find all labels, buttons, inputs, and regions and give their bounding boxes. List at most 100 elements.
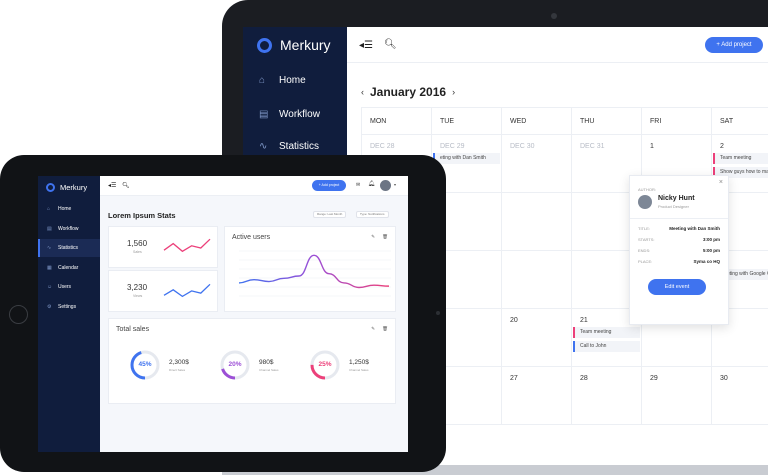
event-popup: × AUTHOR: Nicky Hunt Product Designer TI…: [629, 175, 729, 325]
laptop-nav-home[interactable]: ⌂ Home: [259, 75, 306, 86]
popup-field-key: STARTS:: [638, 237, 655, 242]
active-users-title: Active users: [232, 234, 271, 241]
edit-icon[interactable]: ✎: [371, 234, 375, 240]
prev-month-icon[interactable]: ‹: [361, 87, 364, 97]
add-project-button[interactable]: + Add project: [705, 37, 763, 53]
calendar-day-number: 30: [720, 375, 728, 382]
calendar-day-number: 1: [650, 143, 654, 150]
sidebar-item-home[interactable]: ⌂ Home: [38, 200, 100, 218]
popup-field-value: Meeting with Dan Smith: [669, 226, 720, 231]
calendar-day-cell[interactable]: 28: [571, 367, 641, 424]
sidebar-item-label: Workflow: [58, 225, 79, 232]
tablet-brand-name: Merkury: [60, 183, 88, 192]
laptop-nav-statistics[interactable]: ∿ Statistics: [259, 141, 319, 152]
calendar-day-cell[interactable]: DEC 30: [501, 135, 571, 192]
weekday-thu: THU: [571, 108, 641, 134]
sidebar-item-label: Calendar: [58, 264, 79, 271]
sidebar-item-label: Settings: [58, 303, 77, 310]
range-filter[interactable]: Range: Last Month: [313, 211, 347, 218]
popup-field-value: Syma co HQ: [693, 259, 720, 264]
popup-divider: [630, 218, 728, 219]
tablet-camera: [436, 311, 440, 315]
popup-field-value: 5:00 pm: [702, 248, 720, 253]
sidebar-item-users[interactable]: ☺ Users: [38, 278, 100, 296]
donut-percent: 25%: [318, 361, 332, 368]
donut-percent: 20%: [228, 361, 242, 368]
tablet-sidebar: Merkury ⌂ Home ▤ Workflow ∿ Statistics ▦ Calend…: [38, 176, 100, 452]
menu-icon[interactable]: ◂☰: [108, 182, 116, 189]
popup-author-name: Nicky Hunt: [658, 195, 695, 202]
add-project-button[interactable]: + Add project: [312, 180, 346, 191]
search-icon[interactable]: 🔍︎: [384, 39, 397, 50]
calendar-event[interactable]: Call to John: [573, 341, 640, 352]
calendar-day-number: 29: [650, 375, 658, 382]
calendar-day-cell[interactable]: 30: [711, 367, 768, 424]
calendar-icon: ▦: [47, 264, 52, 271]
page-title: Lorem Ipsum Stats: [108, 211, 176, 220]
home-icon: ⌂: [259, 75, 266, 86]
chevron-down-icon[interactable]: ▾: [394, 182, 396, 187]
sidebar-item-label: Users: [58, 284, 72, 290]
stat-label: Sales: [133, 250, 142, 254]
search-icon[interactable]: 🔍︎: [122, 182, 130, 189]
stat-card-views: 3,230 Views: [108, 270, 218, 312]
total-sales-card: Total sales ✎ 🗑︎ 45% 2,300$ Direct Sales 20…: [108, 318, 396, 404]
donut-value: 2,300$: [169, 359, 189, 366]
tablet-screen: Merkury ⌂ Home ▤ Workflow ∿ Statistics ▦ Calend…: [38, 176, 408, 452]
tablet-brand[interactable]: Merkury: [46, 183, 87, 192]
laptop-brand[interactable]: Merkury: [257, 37, 331, 53]
weekday-fri: FRI: [641, 108, 711, 134]
laptop-camera: [551, 13, 557, 19]
active-users-card: Active users ✎ 🗑︎: [224, 226, 396, 312]
avatar[interactable]: [380, 180, 391, 191]
edit-icon[interactable]: ✎: [371, 326, 375, 332]
sidebar-item-settings[interactable]: ⚙ Settings: [38, 298, 100, 316]
active-users-chart: [238, 250, 391, 297]
popup-author-role: Product Designer: [658, 204, 689, 209]
weekday-sat: SAT: [711, 108, 768, 134]
home-icon: ⌂: [47, 206, 51, 212]
calendar-event[interactable]: Team meeting: [713, 153, 768, 164]
sidebar-item-workflow[interactable]: ▤ Workflow: [38, 220, 100, 238]
popup-field-value: 3:00 pm: [702, 237, 720, 242]
logo-ring-icon: [46, 183, 55, 192]
donut-label: Channel Sales: [259, 368, 279, 372]
type-filter[interactable]: Type: Notifications: [356, 211, 389, 218]
mail-icon[interactable]: ✉: [356, 182, 360, 188]
calendar-event[interactable]: eting with Dan Smith: [433, 153, 500, 164]
popup-field-key: TITLE:: [638, 226, 651, 231]
statistics-icon: ∿: [47, 245, 52, 251]
calendar-event[interactable]: Team meeting: [573, 327, 640, 338]
laptop-nav-label: Workflow: [279, 109, 320, 120]
bell-icon[interactable]: 🔔︎: [368, 181, 375, 187]
total-sales-title: Total sales: [116, 326, 150, 333]
delete-icon[interactable]: 🗑︎: [382, 326, 388, 332]
laptop-nav-label: Home: [279, 75, 306, 86]
calendar-day-number: 20: [510, 317, 518, 324]
popup-field-key: ENDS:: [638, 248, 651, 253]
weekday-mon: MON: [361, 108, 431, 134]
tablet-topbar: ◂☰ 🔍︎ + Add project ✉ 🔔︎ ▾: [100, 176, 408, 196]
laptop-nav-label: Statistics: [279, 141, 320, 152]
sales-sparkline: [163, 238, 211, 253]
workflow-icon: ▤: [47, 225, 52, 232]
menu-icon[interactable]: ◂☰: [359, 40, 373, 51]
edit-event-button[interactable]: Edit event: [648, 279, 706, 295]
calendar-day-cell[interactable]: [501, 251, 571, 308]
delete-icon[interactable]: 🗑︎: [382, 234, 388, 240]
next-month-icon[interactable]: ›: [452, 87, 455, 97]
calendar-day-cell[interactable]: [501, 193, 571, 250]
laptop-nav-workflow[interactable]: ▤ Workflow: [259, 109, 320, 120]
calendar-day-number: 27: [510, 375, 518, 382]
calendar-day-cell[interactable]: 27: [501, 367, 571, 424]
close-icon[interactable]: ×: [719, 179, 723, 186]
device-mockup: Merkury ⌂ Home ▤ Workflow ∿ Statistics ◂…: [0, 0, 768, 475]
calendar-day-cell[interactable]: 29: [641, 367, 711, 424]
calendar-day-number: DEC 29: [440, 143, 465, 150]
sidebar-item-calendar[interactable]: ▦ Calendar: [38, 259, 100, 277]
calendar-day-cell[interactable]: 20: [501, 309, 571, 366]
sidebar-item-statistics[interactable]: ∿ Statistics: [38, 239, 100, 257]
settings-icon: ⚙: [47, 303, 52, 310]
stat-label: Views: [133, 294, 143, 298]
tablet-main: ◂☰ 🔍︎ + Add project ✉ 🔔︎ ▾ Lorem Ipsum S…: [100, 176, 408, 452]
